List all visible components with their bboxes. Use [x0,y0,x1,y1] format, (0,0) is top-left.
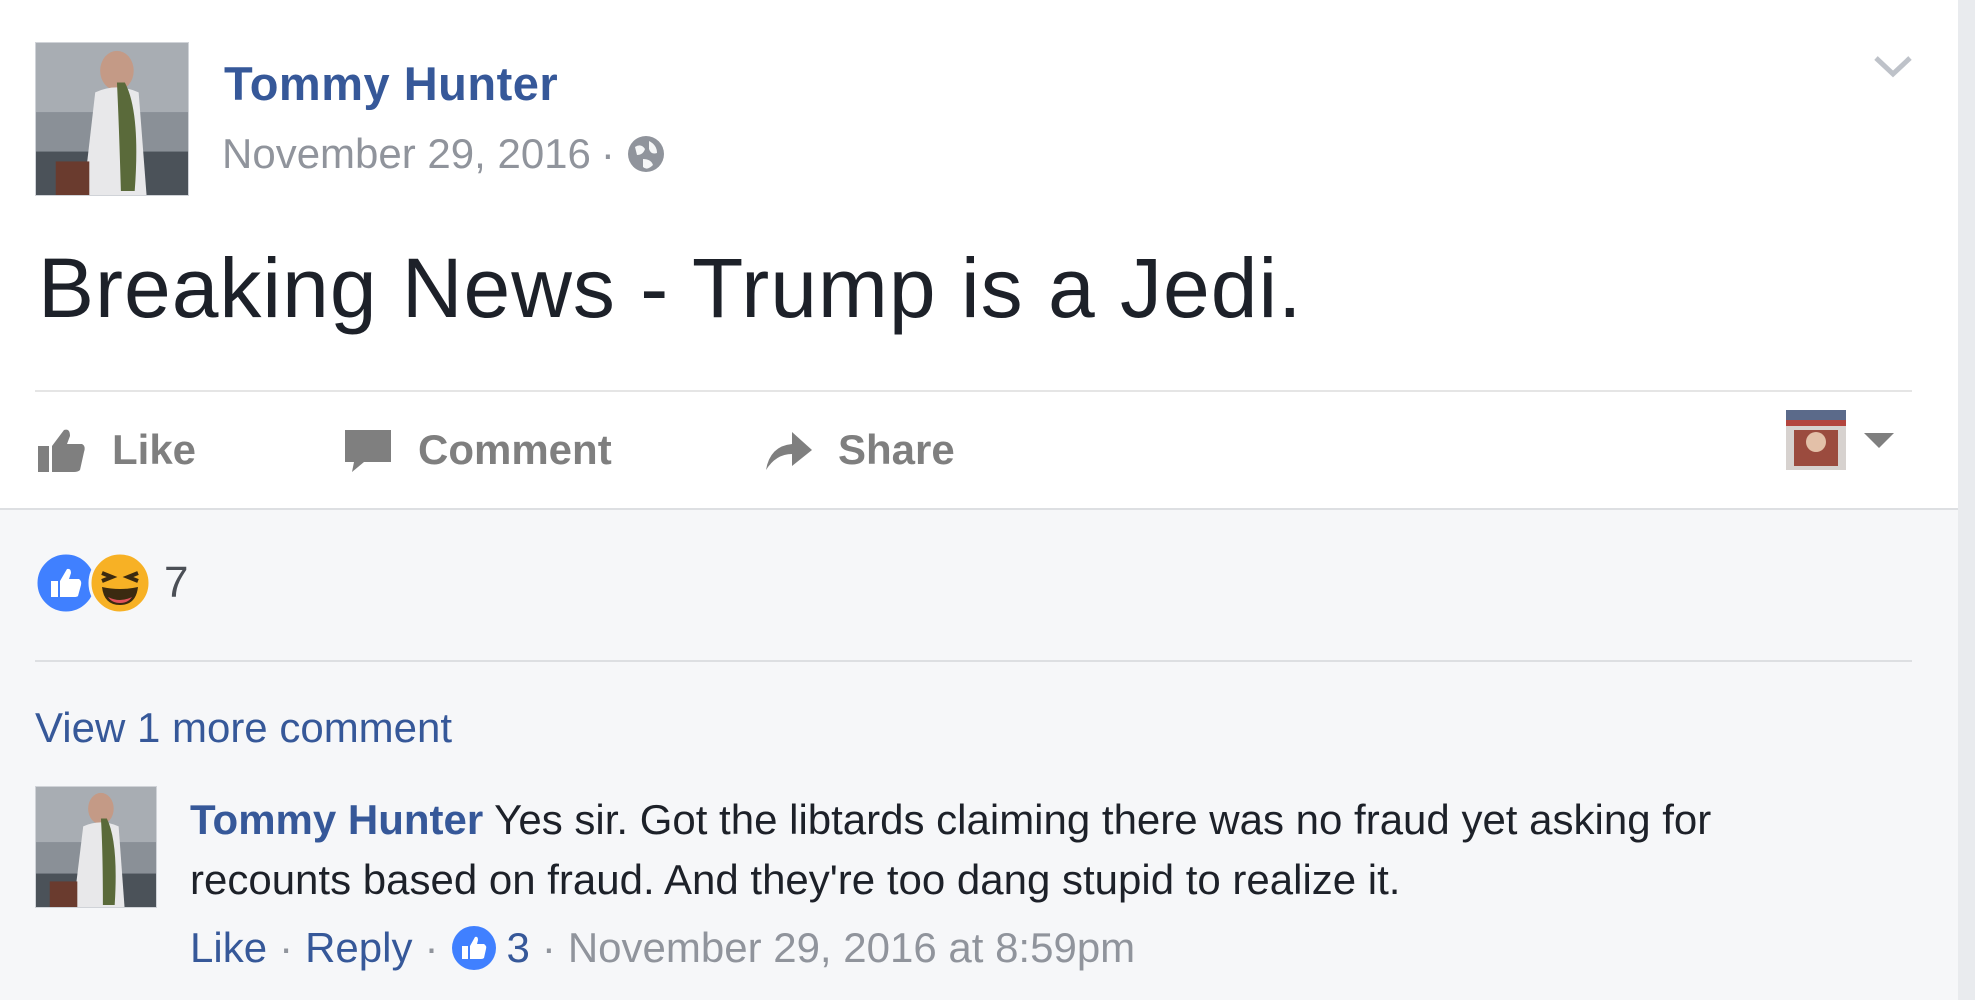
divider [35,390,1912,392]
post-action-bar: Like Comment Share [0,420,1958,490]
thumbs-up-icon [38,429,85,472]
reaction-count: 7 [164,558,189,607]
comment-label: Comment [418,426,612,473]
post-author-name[interactable]: Tommy Hunter [224,56,558,111]
post-text: Breaking News - Trump is a Jedi. [38,241,1303,335]
caret-down-icon[interactable] [1862,430,1896,450]
commenter-avatar[interactable] [35,786,157,908]
share-button[interactable]: Share [762,420,955,480]
haha-reaction-icon [88,551,152,615]
comment-body: Tommy Hunter Yes sir. Got the libtards c… [190,790,1840,910]
author-avatar[interactable] [35,42,189,196]
post-meta: November 29, 2016 · [222,130,667,178]
comment-timestamp[interactable]: November 29, 2016 at 8:59pm [568,924,1135,972]
viewer-profile-photo [1786,410,1846,470]
commenter-profile-photo [36,787,156,907]
like-badge-icon[interactable] [450,924,498,972]
comment-actions: Like · Reply · 3 · November 29, 2016 at … [190,920,1135,976]
profile-photo [36,43,188,195]
comment-reply-link[interactable]: Reply [305,924,412,972]
post-card: Tommy Hunter November 29, 2016 · Breakin… [0,0,1958,1000]
comment-button[interactable]: Comment [342,420,612,480]
share-arrow-icon [766,432,812,470]
page-edge [1958,0,1975,1000]
separator: · [279,924,294,971]
comment-like-count[interactable]: 3 [506,924,529,972]
share-label: Share [838,426,955,473]
chevron-down-icon[interactable] [1872,52,1914,82]
reaction-summary[interactable]: 7 [34,548,188,618]
post-date[interactable]: November 29, 2016 [222,130,591,178]
meta-separator: · [600,130,615,177]
comment-bubble-icon [345,430,391,472]
comment-like-link[interactable]: Like [190,924,267,972]
like-button[interactable]: Like [36,420,196,480]
viewer-avatar[interactable] [1786,410,1846,470]
comment-author-name[interactable]: Tommy Hunter [190,796,483,843]
globe-icon[interactable] [625,133,667,175]
like-label: Like [112,426,197,473]
separator: · [424,924,439,971]
divider [35,660,1912,662]
view-more-comments-link[interactable]: View 1 more comment [35,704,452,752]
separator: · [541,924,556,971]
